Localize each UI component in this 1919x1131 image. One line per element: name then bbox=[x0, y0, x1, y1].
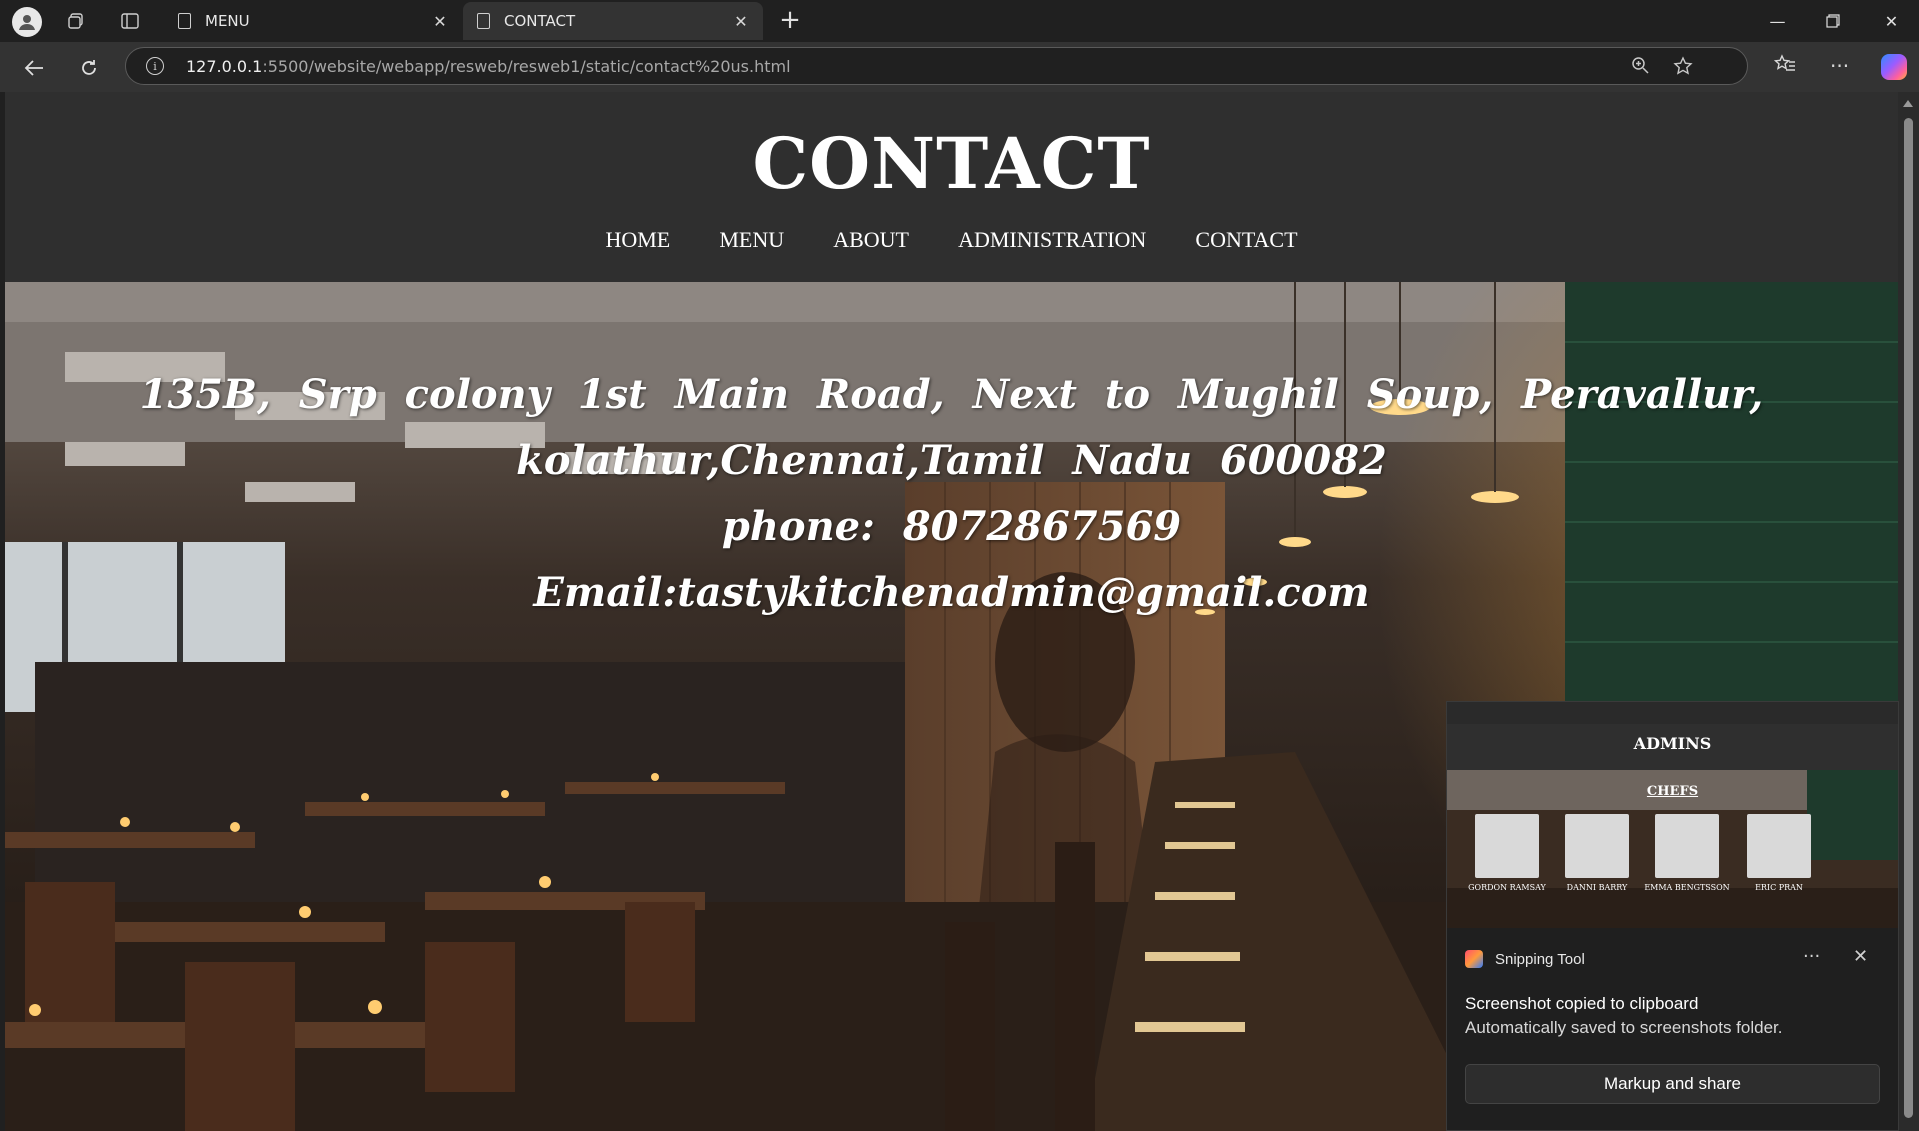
copilot-icon[interactable] bbox=[1881, 54, 1907, 80]
toast-submessage: Automatically saved to screenshots folde… bbox=[1465, 1018, 1783, 1037]
address-line-1: 135B, Srp colony 1st Main Road, Next to … bbox=[139, 371, 1764, 418]
close-tab-icon[interactable]: ✕ bbox=[731, 11, 751, 31]
reload-icon[interactable] bbox=[73, 52, 105, 84]
url-text: 127.0.0.1:5500/website/webapp/resweb/res… bbox=[186, 57, 791, 76]
snipping-tool-icon bbox=[1465, 950, 1483, 968]
tab-contact[interactable]: CONTACT ✕ bbox=[463, 2, 763, 40]
new-tab-icon[interactable]: + bbox=[776, 5, 804, 35]
favorites-icon[interactable] bbox=[1773, 54, 1796, 79]
zoom-icon[interactable] bbox=[1631, 56, 1649, 79]
page-icon bbox=[477, 13, 490, 29]
chef-photo bbox=[1747, 814, 1811, 878]
minimize-icon[interactable]: — bbox=[1750, 0, 1805, 42]
preview-section-title: CHEFS bbox=[1646, 784, 1699, 799]
page-scrollbar[interactable] bbox=[1898, 92, 1919, 1131]
tab-label: MENU bbox=[205, 12, 250, 30]
more-options-icon[interactable]: ··· bbox=[1830, 54, 1849, 78]
nav-administration[interactable]: ADMINISTRATION bbox=[958, 227, 1146, 253]
email-line: Email:tastykitchenadmin@gmail.com bbox=[533, 569, 1370, 616]
phone-line: phone: 8072867569 bbox=[721, 503, 1182, 550]
preview-header: ADMINS bbox=[1447, 724, 1898, 770]
contact-info: 135B, Srp colony 1st Main Road, Next to … bbox=[5, 362, 1898, 626]
preview-title: ADMINS bbox=[1633, 734, 1712, 753]
chef-name: ERIC PRAN bbox=[1755, 883, 1803, 892]
tab-menu[interactable]: MENU ✕ bbox=[164, 2, 462, 40]
close-window-icon[interactable]: ✕ bbox=[1864, 0, 1919, 42]
profile-avatar-icon[interactable] bbox=[12, 7, 42, 37]
nav-menu[interactable]: MENU bbox=[719, 227, 784, 253]
nav-about[interactable]: ABOUT bbox=[833, 227, 909, 253]
chef-photo bbox=[1565, 814, 1629, 878]
chef-photo bbox=[1475, 814, 1539, 878]
back-icon[interactable] bbox=[18, 52, 50, 84]
address-bar: i 127.0.0.1:5500/website/webapp/resweb/r… bbox=[0, 42, 1919, 92]
page-title: CONTACT bbox=[752, 122, 1151, 205]
scroll-up-icon[interactable] bbox=[1903, 100, 1913, 107]
snipping-tool-notification[interactable]: ADMINS CHEFS GORDON RAMSAY DANNI BARRY E… bbox=[1446, 701, 1899, 1131]
site-nav: HOME MENU ABOUT ADMINISTRATION CONTACT bbox=[5, 227, 1898, 253]
toast-app-header: Snipping Tool bbox=[1465, 947, 1585, 971]
page-icon bbox=[178, 13, 191, 29]
screenshot-preview[interactable]: ADMINS CHEFS GORDON RAMSAY DANNI BARRY E… bbox=[1447, 702, 1898, 928]
tab-bar: MENU ✕ CONTACT ✕ + — ✕ bbox=[0, 0, 1919, 42]
toast-message: Screenshot copied to clipboard bbox=[1465, 994, 1699, 1013]
markup-and-share-button[interactable]: Markup and share bbox=[1465, 1064, 1880, 1104]
toast-app-name: Snipping Tool bbox=[1495, 950, 1585, 968]
nav-contact[interactable]: CONTACT bbox=[1195, 227, 1297, 253]
site-info-icon[interactable]: i bbox=[146, 57, 164, 75]
toast-close-icon[interactable]: ✕ bbox=[1853, 946, 1868, 967]
close-tab-icon[interactable]: ✕ bbox=[430, 11, 450, 31]
tab-actions-icon[interactable] bbox=[115, 7, 145, 35]
favorite-star-icon[interactable] bbox=[1673, 56, 1693, 81]
restore-icon[interactable] bbox=[1805, 0, 1860, 42]
url-field[interactable]: i 127.0.0.1:5500/website/webapp/resweb/r… bbox=[125, 47, 1748, 85]
site-header: CONTACT HOME MENU ABOUT ADMINISTRATION C… bbox=[5, 92, 1898, 282]
toast-more-icon[interactable]: ··· bbox=[1803, 946, 1820, 967]
chef-photo bbox=[1655, 814, 1719, 878]
scroll-thumb[interactable] bbox=[1904, 118, 1913, 1118]
address-line-2: kolathur,Chennai,Tamil Nadu 600082 bbox=[516, 437, 1387, 484]
tab-label: CONTACT bbox=[504, 12, 576, 30]
preview-body: CHEFS GORDON RAMSAY DANNI BARRY EMMA BEN… bbox=[1447, 770, 1898, 928]
nav-home[interactable]: HOME bbox=[605, 227, 670, 253]
preview-browser-chrome bbox=[1447, 702, 1898, 724]
workspaces-icon[interactable] bbox=[61, 7, 91, 35]
